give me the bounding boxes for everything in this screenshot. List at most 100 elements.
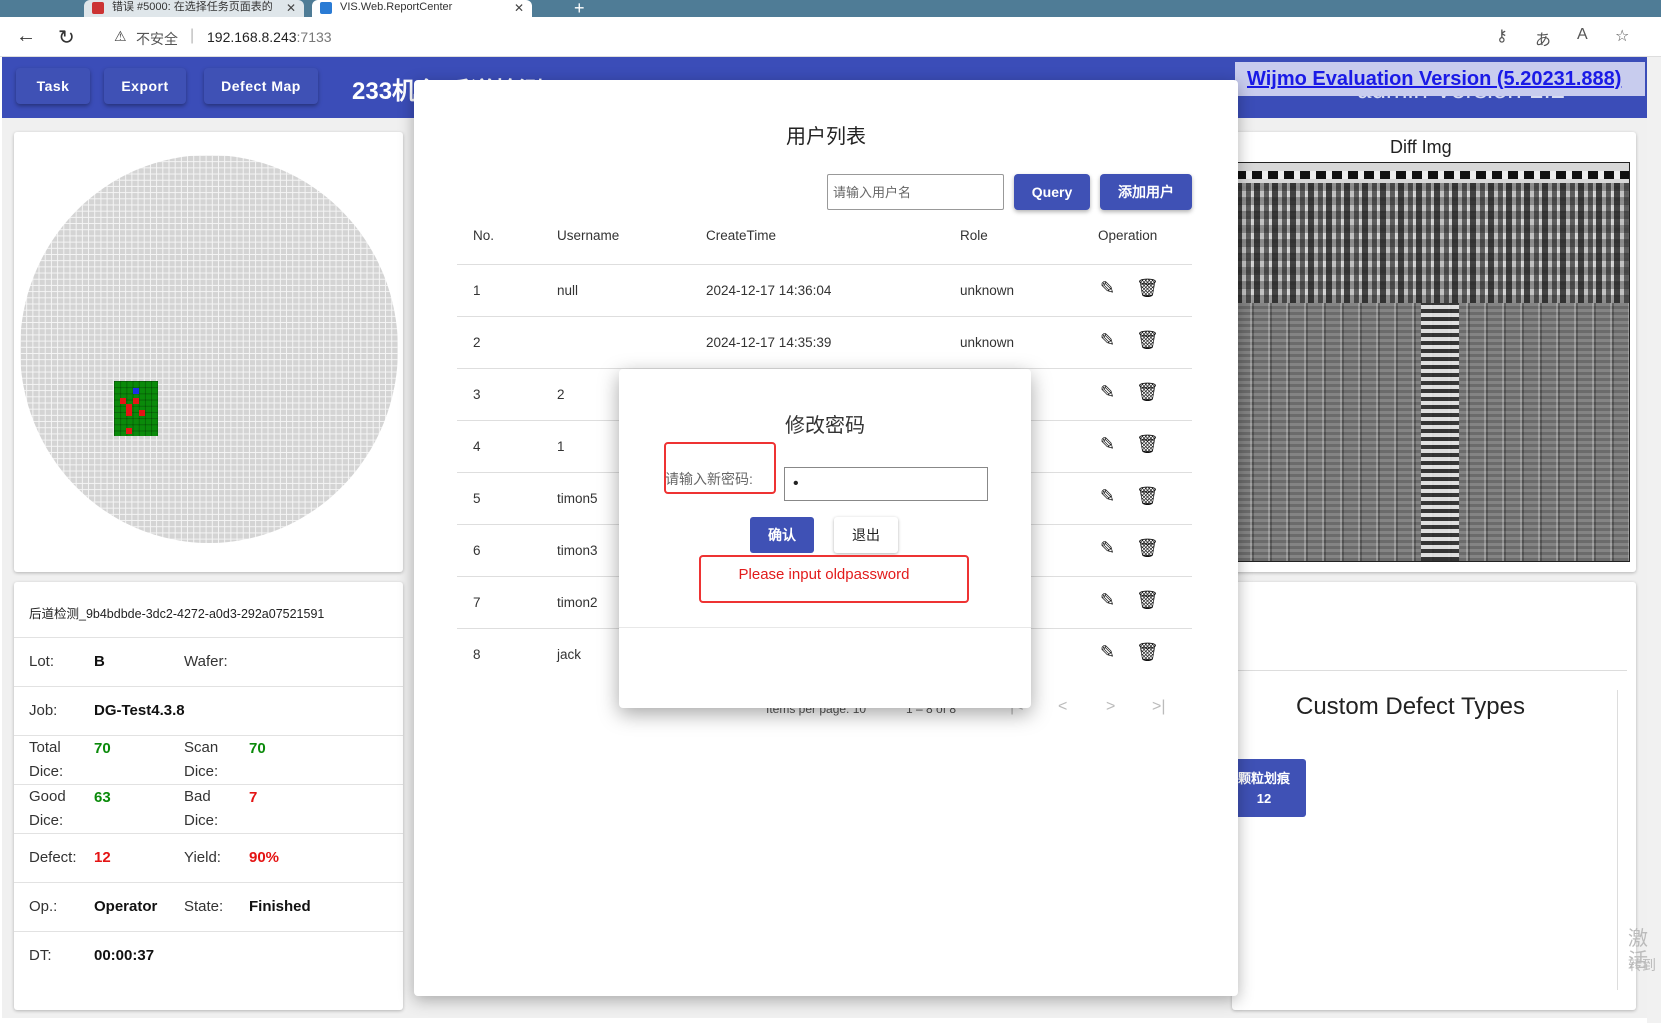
read-aloud-icon[interactable]: A [1577,26,1588,44]
cell-role: unknown [960,335,1015,350]
wafer-die-defect [139,410,145,416]
wafer-map[interactable] [20,155,398,543]
browser-tab-1-label: 错误 #5000: 在选择任务页面表的 [112,1,273,13]
browser-tab-1[interactable]: 错误 #5000: 在选择任务页面表的 ✕ [84,0,304,17]
lot-label: Lot: [29,653,55,670]
browser-tab-2[interactable]: VIS.Web.ReportCenter ✕ [312,0,532,17]
reload-icon[interactable]: ↻ [58,25,75,50]
diff-image[interactable] [1235,162,1630,562]
wijmo-evaluation-link[interactable]: Wijmo Evaluation Version (5.20231.888) [1247,68,1621,90]
cell-username: null [557,283,579,298]
cell-no: 8 [473,647,481,662]
username-search-input[interactable] [827,174,1004,210]
op-value: Operator [94,898,158,915]
state-label: State: [184,898,224,915]
wafer-disc [20,155,398,543]
cell-createtime: 2024-12-17 14:35:39 [706,335,832,350]
key-icon[interactable]: ⚷ [1496,26,1508,46]
defect-map-button[interactable]: Defect Map [204,68,318,104]
new-password-label: 请输入新密码: [665,471,753,487]
diff-image-circuit [1236,183,1629,303]
change-password-modal: 修改密码 请输入新密码: 确认 退出 Please input oldpassw… [619,369,1031,708]
defect-value: 12 [94,849,111,866]
bug-icon [92,2,104,14]
trash-icon[interactable]: 🗑 [1136,434,1159,455]
cell-username: 1 [557,439,565,454]
job-label: Job: [29,702,58,719]
page-scrollbar[interactable] [1647,57,1661,1023]
back-arrow-icon[interactable]: ← [16,25,36,48]
defect-label: Defect: [29,849,77,866]
url-separator: | [190,27,195,44]
new-password-input[interactable] [784,467,988,501]
col-header-operation: Operation [1098,228,1158,243]
cell-no: 7 [473,595,481,610]
divider [1617,690,1618,990]
task-button[interactable]: Task [16,68,90,104]
insecure-label: 不安全 [136,31,178,47]
query-button[interactable]: Query [1014,174,1090,210]
password-exit-button[interactable]: 退出 [834,517,898,553]
op-label: Op.: [29,898,58,915]
close-icon[interactable]: ✕ [286,1,296,15]
cell-no: 2 [473,335,481,350]
cell-role: unknown [960,283,1015,298]
wafer-die-blue [133,388,139,394]
row-divider [457,316,1192,317]
info-row-lot: Lot: B Wafer: [14,637,403,686]
export-button[interactable]: Export [104,68,186,104]
job-info-title: 后道检测_9b4bdbde-3dc2-4272-a0d3-292a0752159… [29,607,325,621]
col-header-role: Role [960,228,988,243]
state-value: Finished [249,898,311,915]
pencil-icon[interactable]: ✎ [1100,278,1115,299]
bad-dice-label: Bad Dice: [184,788,219,829]
cell-no: 1 [473,283,481,298]
cell-no: 5 [473,491,481,506]
diff-image-title: Diff Img [1390,137,1452,157]
translate-icon[interactable]: あ [1535,26,1551,50]
wafer-die-defect [126,410,132,416]
trash-icon[interactable]: 🗑 [1136,642,1159,663]
trash-icon[interactable]: 🗑 [1136,486,1159,507]
pencil-icon[interactable]: ✎ [1100,590,1115,611]
cell-username: jack [557,647,582,662]
info-row-defect: Defect: 12 Yield: 90% [14,833,403,882]
close-icon[interactable]: ✕ [514,1,524,15]
last-page-icon[interactable]: >| [1152,698,1166,716]
add-user-button[interactable]: 添加用户 [1100,174,1192,210]
trash-icon[interactable]: 🗑 [1136,590,1159,611]
wafer-die-defect [133,398,139,404]
error-message: Please input oldpassword [738,566,910,583]
cell-username: 2 [557,387,565,402]
good-dice-value: 63 [94,789,111,806]
trash-icon[interactable]: 🗑 [1136,278,1159,299]
confirm-button[interactable]: 确认 [750,517,814,553]
cell-no: 3 [473,387,481,402]
favorite-star-icon[interactable]: ☆ [1615,26,1629,46]
trash-icon[interactable]: 🗑 [1136,538,1159,559]
info-row-good-bad: Good Dice: 63 Bad Dice: 7 [14,784,403,833]
pencil-icon[interactable]: ✎ [1100,642,1115,663]
url-box[interactable]: ⚠ 不安全 | 192.168.8.243:7133 [100,22,1660,52]
info-row-dt: DT: 00:00:37 [14,931,403,980]
job-value: DG-Test4.3.8 [94,702,185,719]
yield-value: 90% [249,849,280,866]
trash-icon[interactable]: 🗑 [1136,330,1159,351]
lot-value: B [94,653,105,670]
scan-dice-value: 70 [249,740,266,757]
col-header-no: No. [473,228,495,243]
pencil-icon[interactable]: ✎ [1100,538,1115,559]
info-row-op: Op.: Operator State: Finished [14,882,403,931]
site-icon [320,2,332,14]
pencil-icon[interactable]: ✎ [1100,434,1115,455]
pencil-icon[interactable]: ✎ [1100,486,1115,507]
prev-page-icon[interactable]: < [1058,698,1067,716]
pencil-icon[interactable]: ✎ [1100,330,1115,351]
diff-image-band-pattern [1236,171,1629,179]
cell-username: timon3 [557,543,598,558]
trash-icon[interactable]: 🗑 [1136,382,1159,403]
divider [619,627,1031,628]
change-password-title: 修改密码 [785,415,865,437]
next-page-icon[interactable]: > [1106,698,1115,716]
pencil-icon[interactable]: ✎ [1100,382,1115,403]
